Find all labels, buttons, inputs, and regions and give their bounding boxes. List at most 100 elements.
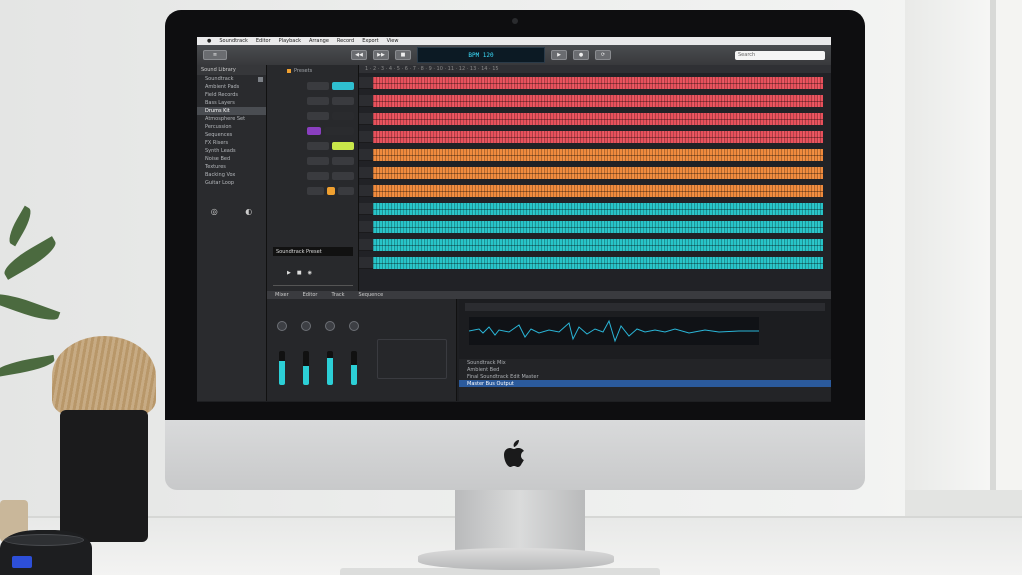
- menu-record[interactable]: Record: [337, 38, 354, 44]
- waveform-editor: [459, 299, 831, 359]
- pan-knob[interactable]: [349, 321, 359, 331]
- menu-export[interactable]: Export: [362, 38, 378, 44]
- audio-region[interactable]: [373, 131, 823, 143]
- track-header[interactable]: [359, 167, 373, 179]
- plant-leaf: [0, 288, 61, 326]
- library-item-selected[interactable]: Drums Kit: [197, 107, 266, 115]
- library-item[interactable]: Percussion: [197, 123, 266, 131]
- monitor-chin: [165, 420, 865, 490]
- library-item[interactable]: Guitar Loop: [197, 179, 266, 187]
- tab-editor[interactable]: Editor: [303, 292, 318, 298]
- vase: [60, 410, 148, 542]
- stop-button[interactable]: ■: [395, 50, 411, 60]
- audio-region[interactable]: [373, 149, 823, 161]
- library-item[interactable]: Atmosphere Set: [197, 115, 266, 123]
- speaker-icon[interactable]: ◐: [245, 207, 252, 216]
- audio-region[interactable]: [373, 185, 823, 197]
- preset-name-field[interactable]: Soundtrack Preset: [273, 247, 353, 256]
- webcam: [512, 18, 518, 24]
- track-header[interactable]: [359, 131, 373, 143]
- track-header[interactable]: [359, 257, 373, 269]
- track-header[interactable]: [359, 239, 373, 251]
- library-panel: Sound Library Soundtrack Ambient Pads Fi…: [197, 65, 267, 401]
- library-item[interactable]: Sequences: [197, 131, 266, 139]
- param-row[interactable]: [307, 140, 354, 152]
- library-item[interactable]: Synth Leads: [197, 147, 266, 155]
- channel-fader[interactable]: [303, 351, 309, 385]
- preview-play-icon[interactable]: ▶: [287, 270, 291, 276]
- audio-region[interactable]: [373, 167, 823, 179]
- forward-button[interactable]: ▶▶: [373, 50, 389, 60]
- library-toggle-button[interactable]: ≡: [203, 50, 227, 60]
- channel-fader[interactable]: [351, 351, 357, 385]
- track-header[interactable]: [359, 95, 373, 107]
- menu-arrange[interactable]: Arrange: [309, 38, 329, 44]
- menu-editor[interactable]: Editor: [256, 38, 271, 44]
- track-header[interactable]: [359, 203, 373, 215]
- preview-stop-icon[interactable]: ■: [297, 270, 302, 276]
- param-row[interactable]: [307, 125, 354, 137]
- audio-region[interactable]: [373, 221, 823, 233]
- track-header[interactable]: [359, 113, 373, 125]
- effects-panel[interactable]: [377, 339, 447, 379]
- track-header[interactable]: [359, 149, 373, 161]
- audio-region[interactable]: [373, 113, 823, 125]
- library-item[interactable]: Textures: [197, 163, 266, 171]
- list-item-selected[interactable]: Master Bus Output: [459, 380, 831, 387]
- search-input[interactable]: Search: [735, 50, 825, 60]
- library-item[interactable]: Backing Vox: [197, 171, 266, 179]
- library-item[interactable]: Soundtrack: [197, 75, 266, 83]
- preview-loop-icon[interactable]: ◉: [308, 270, 312, 276]
- menu-playback[interactable]: Playback: [279, 38, 301, 44]
- tab-track[interactable]: Track: [331, 292, 344, 298]
- menu-soundtrack[interactable]: Soundtrack: [219, 38, 247, 44]
- waveform: [373, 257, 823, 269]
- audio-region[interactable]: [373, 239, 823, 251]
- audio-region[interactable]: [373, 77, 823, 89]
- list-item[interactable]: Ambient Bed: [459, 366, 831, 373]
- audio-region[interactable]: [373, 257, 823, 269]
- pan-knob[interactable]: [325, 321, 335, 331]
- menu-view[interactable]: View: [387, 38, 399, 44]
- editor-toolbar[interactable]: [465, 303, 825, 311]
- rewind-button[interactable]: ◀◀: [351, 50, 367, 60]
- list-item[interactable]: Soundtrack Mix: [459, 359, 831, 366]
- audio-region[interactable]: [373, 203, 823, 215]
- decor-brush: [52, 336, 156, 416]
- param-row[interactable]: [307, 185, 354, 197]
- cycle-button[interactable]: ⟳: [595, 50, 611, 60]
- waveform: [373, 239, 823, 251]
- list-item[interactable]: Final Soundtrack Edit Master: [459, 373, 831, 380]
- param-row[interactable]: [307, 155, 354, 167]
- mic-icon[interactable]: ◎: [211, 207, 218, 216]
- pan-knob[interactable]: [277, 321, 287, 331]
- track-header[interactable]: [359, 221, 373, 233]
- library-item[interactable]: Bass Layers: [197, 99, 266, 107]
- param-row[interactable]: [307, 110, 354, 122]
- library-item[interactable]: Field Records: [197, 91, 266, 99]
- param-row[interactable]: [307, 170, 354, 182]
- param-row[interactable]: [307, 95, 354, 107]
- timeline-ruler[interactable]: 1 · 2 · 3 · 4 · 5 · 6 · 7 · 8 · 9 · 10 ·…: [359, 65, 831, 73]
- editor-waveform[interactable]: [469, 317, 759, 345]
- library-item[interactable]: Noise Bed: [197, 155, 266, 163]
- channel-fader[interactable]: [327, 351, 333, 385]
- preset-slider[interactable]: [273, 285, 353, 286]
- pan-knob[interactable]: [301, 321, 311, 331]
- track-header[interactable]: [359, 77, 373, 89]
- audio-region[interactable]: [373, 95, 823, 107]
- library-item[interactable]: Ambient Pads: [197, 83, 266, 91]
- waveform: [373, 131, 823, 143]
- track-header[interactable]: [359, 185, 373, 197]
- library-item[interactable]: FX Risers: [197, 139, 266, 147]
- lower-tab-bar: Mixer Editor Track Sequence: [267, 291, 831, 299]
- param-row[interactable]: [307, 80, 354, 92]
- apple-menu-icon[interactable]: ●: [207, 38, 211, 44]
- waveform: [373, 203, 823, 215]
- channel-fader[interactable]: [279, 351, 285, 385]
- record-button[interactable]: ●: [573, 50, 589, 60]
- tab-sequence[interactable]: Sequence: [359, 292, 384, 298]
- tab-mixer[interactable]: Mixer: [275, 292, 289, 298]
- play-button[interactable]: ▶: [551, 50, 567, 60]
- waveform: [373, 113, 823, 125]
